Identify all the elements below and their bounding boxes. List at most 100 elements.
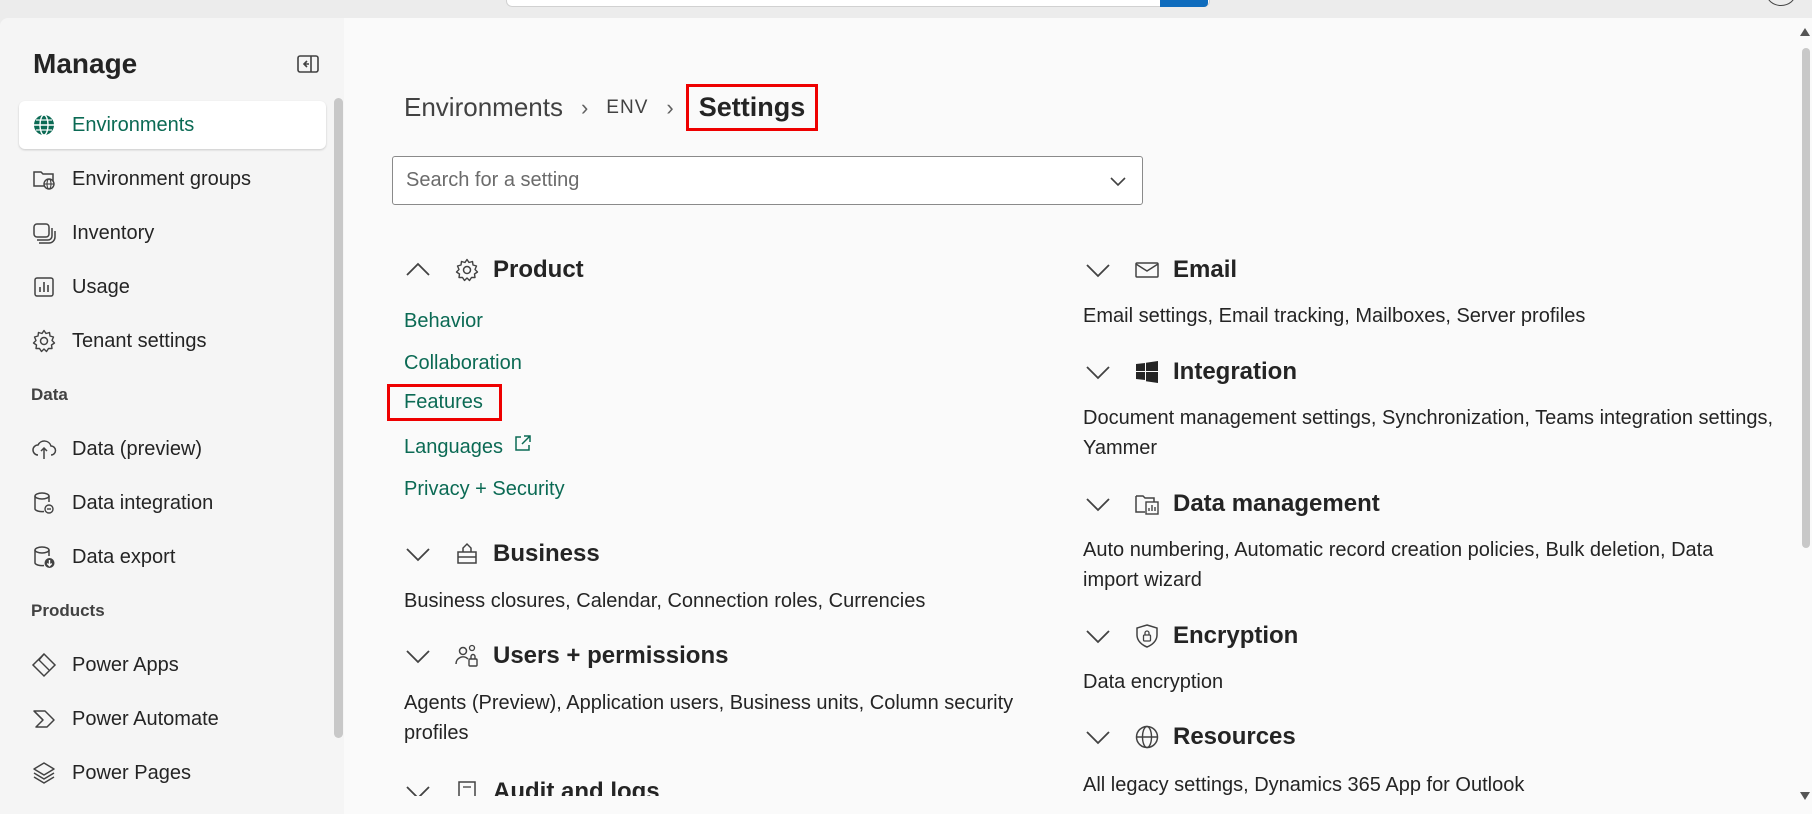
sidebar-item-power-automate[interactable]: Power Automate: [19, 695, 326, 743]
section-audit-logs-header[interactable]: Audit and logs: [404, 778, 660, 796]
chevron-down-icon[interactable]: [1084, 494, 1112, 514]
sidebar-item-label: Inventory: [72, 221, 155, 244]
section-data-management-header[interactable]: Data management: [1084, 490, 1380, 518]
chevron-up-icon[interactable]: [404, 260, 432, 280]
gear-icon: [454, 257, 480, 283]
folder-chart-icon: [1134, 491, 1160, 517]
collapse-sidebar-icon[interactable]: [296, 52, 320, 76]
section-title: Business: [493, 540, 600, 567]
sidebar-item-label: Power Apps: [72, 653, 179, 676]
breadcrumb-env[interactable]: ENV: [606, 97, 648, 119]
section-resources-header[interactable]: Resources: [1084, 723, 1296, 751]
global-search-input[interactable]: [506, 0, 1210, 7]
chevron-down-icon[interactable]: [404, 782, 432, 796]
section-title: Audit and logs: [493, 778, 660, 796]
sidebar-item-label: Power Pages: [72, 761, 191, 784]
link-collaboration[interactable]: Collaboration: [404, 352, 522, 375]
section-title: Encryption: [1173, 622, 1299, 649]
sidebar-item-power-pages[interactable]: Power Pages: [19, 749, 326, 797]
search-placeholder: Search for a setting: [406, 169, 580, 191]
sidebar-item-data-integration[interactable]: Data integration: [19, 479, 326, 527]
chevron-right-icon: ›: [666, 94, 674, 120]
breadcrumb-current-page: Settings: [685, 84, 819, 131]
chevron-down-icon[interactable]: [1084, 260, 1112, 280]
section-heading-data: Data: [31, 385, 68, 404]
section-encryption-header[interactable]: Encryption: [1084, 622, 1298, 650]
avatar[interactable]: [1766, 0, 1796, 6]
people-lock-icon: [454, 643, 480, 669]
chevron-down-icon[interactable]: [1084, 727, 1112, 747]
sidebar-item-data-preview[interactable]: Data (preview): [19, 425, 326, 473]
chevron-right-icon: ›: [580, 94, 589, 120]
chevron-down-icon[interactable]: [1084, 362, 1112, 382]
shield-lock-icon: [1134, 623, 1160, 649]
sidebar-item-label: Data export: [72, 545, 176, 568]
breadcrumb: Environments › ENV › Settings: [404, 84, 819, 131]
document-log-icon: [454, 779, 480, 796]
scroll-up-arrow-icon[interactable]: [1800, 28, 1810, 36]
sidebar-item-label: Tenant settings: [72, 329, 207, 352]
section-email-description: Email settings, Email tracking, Mailboxe…: [1083, 305, 1586, 327]
chevron-down-icon[interactable]: [404, 646, 432, 666]
link-languages[interactable]: Languages: [404, 433, 533, 459]
sidebar-item-environments[interactable]: Environments: [19, 101, 326, 149]
sidebar-item-label: Environments: [72, 113, 195, 136]
power-pages-icon: [31, 760, 57, 786]
external-link-icon: [513, 433, 533, 453]
main-content: Environments › ENV › Settings Search for…: [344, 18, 1812, 814]
sidebar: Manage Environments Environment groups I…: [0, 18, 344, 814]
scroll-down-arrow-icon[interactable]: [1800, 792, 1810, 800]
section-product-header[interactable]: Product: [404, 256, 584, 284]
main-scrollbar[interactable]: [1802, 48, 1810, 548]
section-integration-description: Document management settings, Synchroniz…: [1083, 407, 1773, 459]
sidebar-title: Manage: [33, 48, 138, 79]
section-title: Email: [1173, 256, 1238, 283]
chart-icon: [31, 274, 57, 300]
chevron-down-icon[interactable]: [1108, 171, 1128, 191]
briefcase-icon: [454, 541, 480, 567]
link-label: Languages: [404, 436, 503, 458]
section-data-management-description: Auto numbering, Automatic record creatio…: [1083, 539, 1714, 591]
sidebar-item-tenant-settings[interactable]: Tenant settings: [19, 317, 326, 365]
section-title: Integration: [1173, 358, 1297, 385]
breadcrumb-environments[interactable]: Environments: [404, 92, 563, 123]
sidebar-item-data-export[interactable]: Data export: [19, 533, 326, 581]
section-encryption-description: Data encryption: [1083, 671, 1224, 693]
section-business-header[interactable]: Business: [404, 540, 600, 568]
sidebar-item-inventory[interactable]: Inventory: [19, 209, 326, 257]
globe-icon: [1134, 724, 1160, 750]
section-integration-header[interactable]: Integration: [1084, 358, 1297, 386]
sidebar-item-label: Data (preview): [72, 437, 203, 460]
sidebar-item-usage[interactable]: Usage: [19, 263, 326, 311]
database-link-icon: [31, 490, 57, 516]
globe-icon: [31, 112, 57, 138]
section-heading-products: Products: [31, 601, 105, 620]
link-behavior[interactable]: Behavior: [404, 310, 483, 333]
section-audit-clip: Audit and logs: [344, 778, 1044, 796]
link-privacy-security[interactable]: Privacy + Security: [404, 478, 565, 501]
sidebar-item-label: Data integration: [72, 491, 214, 514]
sidebar-item-environment-groups[interactable]: Environment groups: [19, 155, 326, 203]
gear-icon: [31, 328, 57, 354]
sidebar-item-power-apps[interactable]: Power Apps: [19, 641, 326, 689]
sidebar-scrollbar[interactable]: [334, 98, 343, 738]
sidebar-item-label: Power Automate: [72, 707, 219, 730]
section-resources-description: All legacy settings, Dynamics 365 App fo…: [1083, 776, 1525, 796]
section-users-permissions-header[interactable]: Users + permissions: [404, 642, 728, 670]
link-features[interactable]: Features: [387, 384, 502, 421]
stack-icon: [31, 220, 57, 246]
sidebar-item-label: Environment groups: [72, 167, 251, 190]
power-apps-icon: [31, 652, 57, 678]
section-title: Resources: [1173, 723, 1296, 750]
mail-icon: [1134, 257, 1160, 283]
cloud-upload-icon: [31, 436, 57, 462]
section-title: Users + permissions: [493, 642, 729, 669]
section-email-header[interactable]: Email: [1084, 256, 1237, 284]
database-export-icon: [31, 544, 57, 570]
setting-search-input[interactable]: Search for a setting: [392, 156, 1143, 205]
global-search-button[interactable]: [1160, 0, 1208, 7]
section-title: Product: [493, 256, 584, 283]
chevron-down-icon[interactable]: [404, 544, 432, 564]
chevron-down-icon[interactable]: [1084, 626, 1112, 646]
section-title: Data management: [1173, 490, 1380, 517]
